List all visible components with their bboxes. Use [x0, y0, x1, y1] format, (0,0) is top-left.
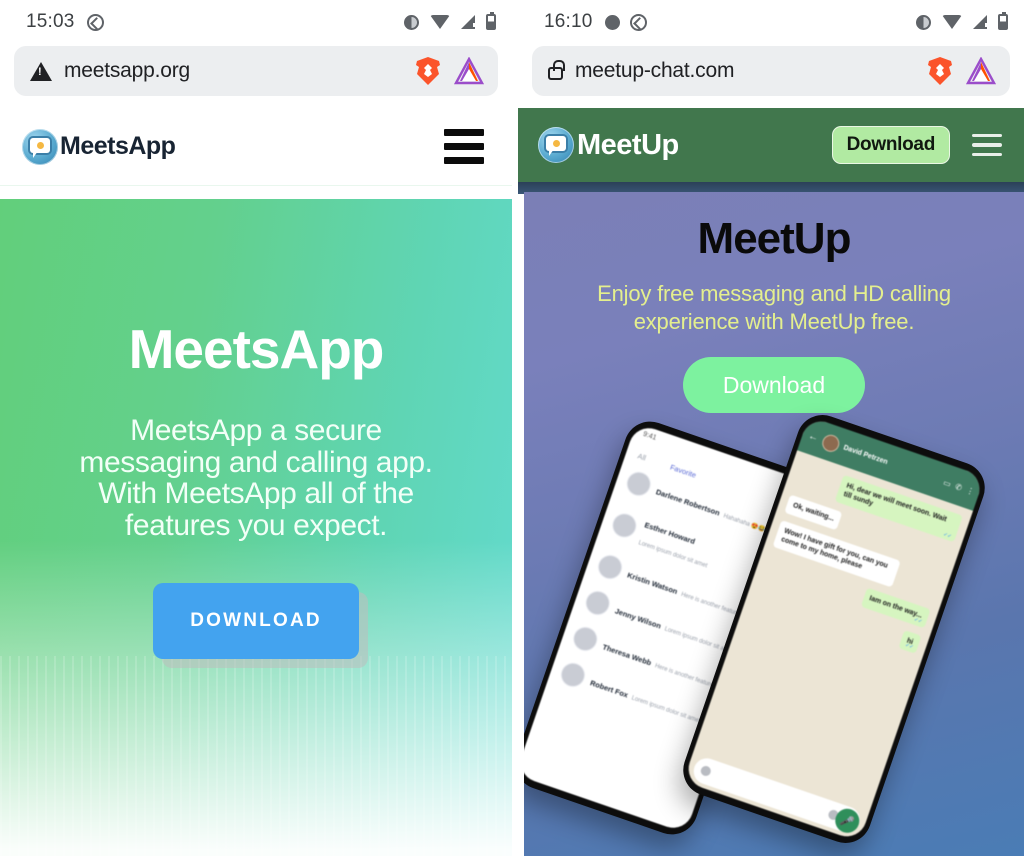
right-status-bar: 16:10 [518, 0, 1024, 44]
battery-icon: ▮ [952, 454, 958, 462]
contact-message: Hahahaha 😍😂 [722, 513, 767, 534]
burger-bar-2 [972, 143, 1002, 147]
right-hero-section: MeetUp Enjoy free messaging and HD calli… [524, 192, 1024, 856]
download-button[interactable]: DOWNLOAD [153, 583, 359, 659]
status-clock: 16:10 [544, 11, 593, 32]
left-url-bar[interactable]: meetsapp.org [14, 46, 498, 96]
hero-subtitle: MeetsApp a secure messaging and calling … [79, 414, 433, 542]
bubble-text: Ok, waiting... [791, 502, 835, 523]
right-url-bar[interactable]: meetup-chat.com [532, 46, 1010, 96]
site-brand-label: MeetUp [577, 128, 679, 161]
status-right-icons [404, 12, 496, 30]
contact-name: Jenny Wilson [613, 606, 663, 631]
logo-dot [37, 141, 44, 149]
meetup-logo-icon [538, 127, 574, 163]
hamburger-menu-icon[interactable] [444, 129, 484, 164]
meetsapp-logo-icon [22, 128, 58, 165]
status-clock: 15:03 [26, 11, 75, 32]
left-status-bar: 15:03 [0, 0, 512, 44]
read-receipt-icon: ✓✓ [904, 642, 915, 651]
wifi-icon [942, 15, 962, 29]
signal-icon: ◢ [945, 452, 952, 460]
signal-icon [973, 15, 989, 29]
status-right-icons [916, 12, 1008, 30]
avatar [582, 587, 613, 619]
right-site-header: MeetUp Download [518, 108, 1024, 182]
logo-dot [553, 140, 560, 147]
dot-icon [604, 14, 620, 30]
hero-title: MeetsApp [128, 318, 385, 380]
wifi-icon: ▾ [940, 450, 946, 458]
hamburger-menu-icon[interactable] [972, 133, 1002, 157]
chat-header-icons: ▭ ✆ ⋮ [942, 477, 975, 496]
signal-icon [461, 15, 477, 29]
left-urlbar-wrap: meetsapp.org [0, 44, 512, 108]
battery-icon [486, 12, 496, 30]
avatar [609, 510, 640, 541]
left-site-header: MeetsApp [0, 108, 512, 186]
burger-bar-3 [972, 152, 1002, 157]
bubble-text: Wow! I have gift for you, can you come t… [780, 527, 889, 571]
logo-tail [549, 149, 554, 156]
phone-mockup-stage: 9:41 All Favorite Darlene Robertson Haha… [524, 407, 1024, 851]
avatar [820, 432, 842, 454]
header-download-button[interactable]: Download [831, 126, 950, 164]
video-call-icon[interactable]: ▭ [942, 477, 952, 488]
lock-icon[interactable] [548, 60, 565, 80]
contact-name: Theresa Webb [601, 642, 653, 668]
contact-message: Lorem ipsum dolor sit amet [630, 695, 701, 725]
avatar [557, 659, 589, 691]
burger-bar-1 [972, 133, 1002, 138]
bat-triangle-icon[interactable] [453, 56, 485, 85]
chat-bubble-outgoing: Iam on the way... ✓✓ [860, 587, 931, 628]
left-hero-section: MeetsApp MeetsApp a secure messaging and… [0, 199, 512, 856]
contrast-icon [404, 14, 419, 30]
read-receipt-icon: ✓✓ [942, 531, 953, 540]
cast-icon [86, 13, 104, 31]
burger-bar-3 [444, 157, 484, 164]
brave-lion-icon[interactable] [926, 56, 954, 86]
mockup-tab-all[interactable]: All [636, 451, 647, 462]
contact-name: Esther Howard [643, 520, 697, 547]
read-receipt-icon: ✓✓ [913, 616, 923, 626]
dual-screenshot-comparison: 15:03 meetsapp.org [0, 0, 1024, 856]
url-text[interactable]: meetsapp.org [64, 59, 402, 83]
chat-bubble-incoming: Wow! I have gift for you, can you come t… [772, 520, 901, 588]
download-button[interactable]: Download [683, 357, 865, 413]
hero-title: MeetUp [697, 214, 852, 263]
chat-time: 12:30 PM [958, 456, 983, 471]
avatar [623, 468, 654, 500]
avatar [570, 623, 601, 655]
status-left-icons [86, 13, 104, 31]
warning-triangle-icon[interactable] [30, 61, 52, 81]
cast-icon [629, 13, 647, 31]
contact-name: Kristin Watson [626, 570, 679, 597]
right-phone-screenshot: 16:10 meetup-chat.com MeetUp Download Me… [512, 0, 1024, 856]
mockup-chat-statusbar: ▾ ◢ ▮ 12:30 PM [940, 451, 982, 471]
burger-bar-2 [444, 143, 484, 150]
hero-stripe-overlay [0, 656, 512, 856]
bat-triangle-icon[interactable] [965, 56, 997, 85]
emoji-icon[interactable] [699, 764, 713, 778]
status-left-icons [604, 13, 647, 31]
back-arrow-icon[interactable]: ← [807, 430, 820, 444]
wifi-icon [430, 15, 450, 29]
contrast-icon [916, 14, 931, 30]
url-text[interactable]: meetup-chat.com [575, 59, 914, 83]
burger-bar-1 [444, 129, 484, 136]
chat-bubble-outgoing: hi ✓✓ [898, 629, 922, 654]
logo-tail [33, 150, 38, 158]
hero-subtitle: Enjoy free messaging and HD calling expe… [597, 281, 951, 334]
site-brand-label: MeetsApp [60, 132, 176, 160]
brave-lion-icon[interactable] [414, 56, 442, 86]
phone-call-icon[interactable]: ✆ [954, 482, 963, 493]
right-urlbar-wrap: meetup-chat.com [518, 44, 1024, 108]
contact-name: Robert Fox [588, 678, 630, 700]
left-phone-screenshot: 15:03 meetsapp.org [0, 0, 512, 856]
overflow-menu-icon[interactable]: ⋮ [965, 485, 975, 496]
avatar [594, 551, 626, 583]
battery-icon [998, 12, 1008, 30]
chat-contact-name: David Petrzen [842, 443, 889, 466]
